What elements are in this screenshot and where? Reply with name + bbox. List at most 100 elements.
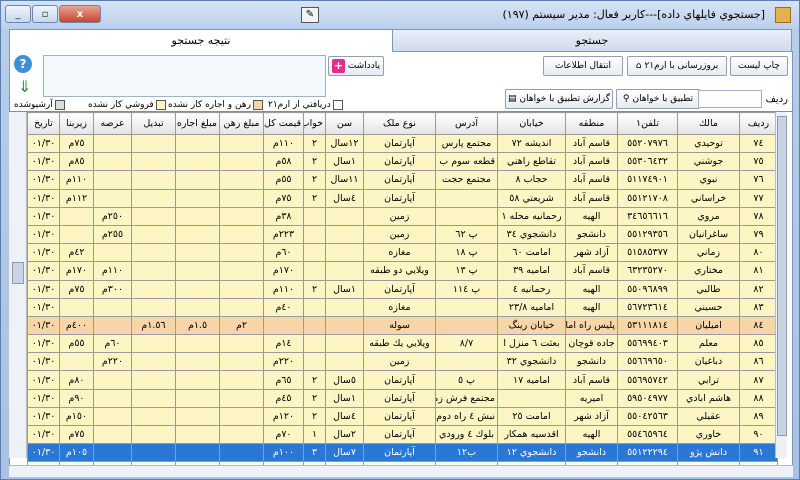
tab-search-results[interactable]: نتيجه جستجو [9,29,393,52]
table-row[interactable]: ٧٧ خراساني ٥٥١٢١٧٠٨ قاسم آباد شريعتي ٥٨ آپارت… [27,188,778,208]
column-header[interactable]: مبلغ رهن [219,112,264,135]
column-header[interactable]: عرصه [93,112,132,135]
help-icon[interactable]: ? [14,55,32,73]
maximize-button[interactable]: ▫ [32,5,58,23]
table-cell: ٧٠م [263,424,304,445]
close-button[interactable]: x [59,5,101,23]
table-row[interactable]: ٧٤ توحيدي ٥٥٢٠٧٩٧٦ قاسم آباد انديشه ٧٢ مجتمع … [27,133,778,154]
table-row[interactable]: ٨٧ ترابي ٥٥٦٩٥٧٤٢ قاسم آباد اماميه ١٧ پ ٥ آپار… [27,370,778,390]
table-cell [219,261,264,281]
column-header[interactable]: تبديل [131,112,176,135]
table-row[interactable]: ٩١ دانش پژو ٥٥١٢٢٢٩٤ دانشجو دانشجوي ١٢ ب١٢ آپا… [27,443,778,463]
column-header[interactable]: آدرس [435,112,498,135]
table-cell: مغازه [363,297,436,317]
column-header[interactable]: منطقه [565,112,618,135]
column-header[interactable]: سن [325,112,364,135]
column-header[interactable]: زيربنا [59,112,94,135]
left-scroll-thumb[interactable] [12,262,24,284]
table-row[interactable]: ٨٣ حسيني ٥٦٧٢٣٦١٤ الهيه اماميه ٢٣/٨ مغازه ٤٠م ٠… [27,297,778,317]
table-cell: ٧٥ [739,152,778,172]
table-cell [325,352,364,372]
horizontal-scrollbar[interactable] [9,465,793,477]
table-cell: دانشجو [565,443,618,463]
column-header[interactable]: مبلغ اجاره [175,112,220,135]
table-cell: ٨٩ [739,406,778,427]
table-cell: ٨٧ [739,370,778,390]
table-row[interactable]: ٨٤اميليان٥٣١١١٨١٤پليس راه امام هخيابان ر… [27,315,778,336]
table-row[interactable]: ٨١ مختاري ٦٣٢٣٥٢٧٠ قاسم آباد اماميه ٣٩ پ ١٣ وي… [27,261,778,281]
home-icon: ⌂ [635,61,642,71]
note-button[interactable]: يادداشت + [328,56,384,76]
table-cell: دانشجوي ٣٢ [497,352,566,372]
table-row[interactable]: ٧٩ ساغرانيان ٥٥١٢٩٣٥٦ دانشجو دانشجوي ٣٤ پ ٦٢ ز… [27,224,778,245]
column-header[interactable]: خواب [303,112,326,135]
column-header[interactable]: نوع ملک [363,112,436,135]
table-row[interactable]: ٨٨هاشم ابادي٥٩٥٠٤٩٧٧اميريه مجتمع فرش زمرآ… [27,388,778,408]
scroll-thumb[interactable] [777,116,787,436]
table-row[interactable]: ٨٦ دباغيان ٥٥٦٦٩٦٥٠ دانشجو دانشجوي ٣٢ زمين ٢٢٠… [27,352,778,372]
table-cell: ٥٥٣٠٦٤٣٢ [617,152,678,172]
table-row[interactable]: ٨٠ زماني ٥١٥٨٥٣٧٧ آزاد شهر امامت ٦٠ پ ١٨ مغازه… [27,243,778,263]
left-scroll-strip[interactable] [9,112,27,458]
table-cell: ٥٥٦٩٩٤٠٣ [617,334,678,354]
table-cell: ٧٨ [739,206,778,226]
table-row[interactable]: ٧٨ مروي ٣٤٦٥٦٦١٦ الهيه رحمانيه محله ١ زمين ٣٨م… [27,206,778,226]
table-row[interactable]: ٩٠ خاوري ٥٥٤٦٥٩٦٤ الهيه اقدسيه همكار بلوك ٤ و… [27,424,778,445]
transfer-data-button[interactable]: انتقال اطلاعات [543,56,623,76]
table-cell: ٣٤٦٥٦٦١٦ [617,206,678,226]
legend-swatch [252,100,263,110]
table-cell: ٢٢٠م [263,352,304,372]
table-cell: زمين [363,224,436,245]
vertical-scrollbar[interactable] [775,112,787,458]
table-cell [219,206,264,226]
column-header[interactable]: خيابان [497,112,566,135]
table-cell: آپارتمان [363,406,436,427]
update-sms-button[interactable]: بروزرسانی با ارم٢١ ⌂ [627,56,727,76]
minimize-button[interactable]: _ [5,5,31,23]
table-cell: ٠١/٣٠ [27,388,60,408]
table-cell: آپارتمان [363,388,436,408]
table-cell: ٢ [303,188,326,208]
legend-swatch [155,100,166,110]
column-header[interactable]: تاريخ [27,112,60,135]
table-cell [263,315,304,336]
table-row[interactable]: ٨٢ طالبي ٥٥٠٩٦٨٩٩ الهيه رحمانيه ٤پ ١١٤ آپارتم… [27,279,778,299]
print-list-button[interactable]: چاپ ليست [730,56,788,76]
column-header[interactable]: قيمت كل [263,112,304,135]
table-cell: ٠١/٣٠ [27,352,60,372]
legend-sale: فروشي كار نشده [88,98,166,112]
table-cell: الهيه [565,424,618,445]
table-row[interactable]: ٧٥ جوشني ٥٥٣٠٦٤٣٢ قاسم آباد تقاطع راهني قطعه … [27,152,778,172]
table-cell: آپارتمان [363,279,436,299]
match-report-button[interactable]: گزارش تطبيق با خواهان ▤ [505,89,613,109]
column-header[interactable]: مالك [677,112,740,135]
table-cell [175,388,220,408]
table-cell: خيابان رينگ [497,315,566,336]
table-row[interactable]: ٧٦ نبوي ٥١١٧٤٩٠١ قاسم آباد حجاب ٨ مجتمع حجت آپ… [27,170,778,190]
table-cell: خاوري [677,424,740,445]
table-cell: شريعتي ٥٨ [497,188,566,208]
row-search-input[interactable] [698,90,762,108]
tab-search[interactable]: جستجو [392,29,792,51]
column-header[interactable]: رديف [739,112,778,135]
table-cell: مختاري [677,261,740,281]
table-cell: ١ [303,424,326,445]
table-cell [175,279,220,299]
table-cell: پ ٦٢ [435,224,498,245]
table-cell: ٢سال [325,424,364,445]
download-arrow-icon[interactable]: ⇓ [18,77,34,97]
column-header[interactable]: تلفن١ [617,112,678,135]
table-cell: ٠١/٣٠ [27,188,60,208]
table-cell: ٥١٥٨٥٣٧٧ [617,243,678,263]
table-cell: ١سال [325,388,364,408]
match-button[interactable]: تطبيق با خواهان ⚲ [616,89,700,109]
table-cell: اميريه [565,388,618,408]
table-cell: ٤٠م [263,297,304,317]
table-cell [219,443,264,463]
table-cell: دانش پژو [677,443,740,463]
table-row[interactable]: ٨٥ معلم ٥٥٦٩٩٤٠٣ جاده قوچان بعثت ٦ منزل ا ٨/٧… [27,334,778,354]
table-row[interactable]: ٨٩ عقيلي ٥٥٠٤٢٥٦٣ آزاد شهر امامت ٢٥ نبش ٤ راه… [27,406,778,427]
tools-icon[interactable]: ✎ [301,7,319,23]
table-cell: ٦٠م [93,334,132,354]
notes-box[interactable] [43,55,326,97]
